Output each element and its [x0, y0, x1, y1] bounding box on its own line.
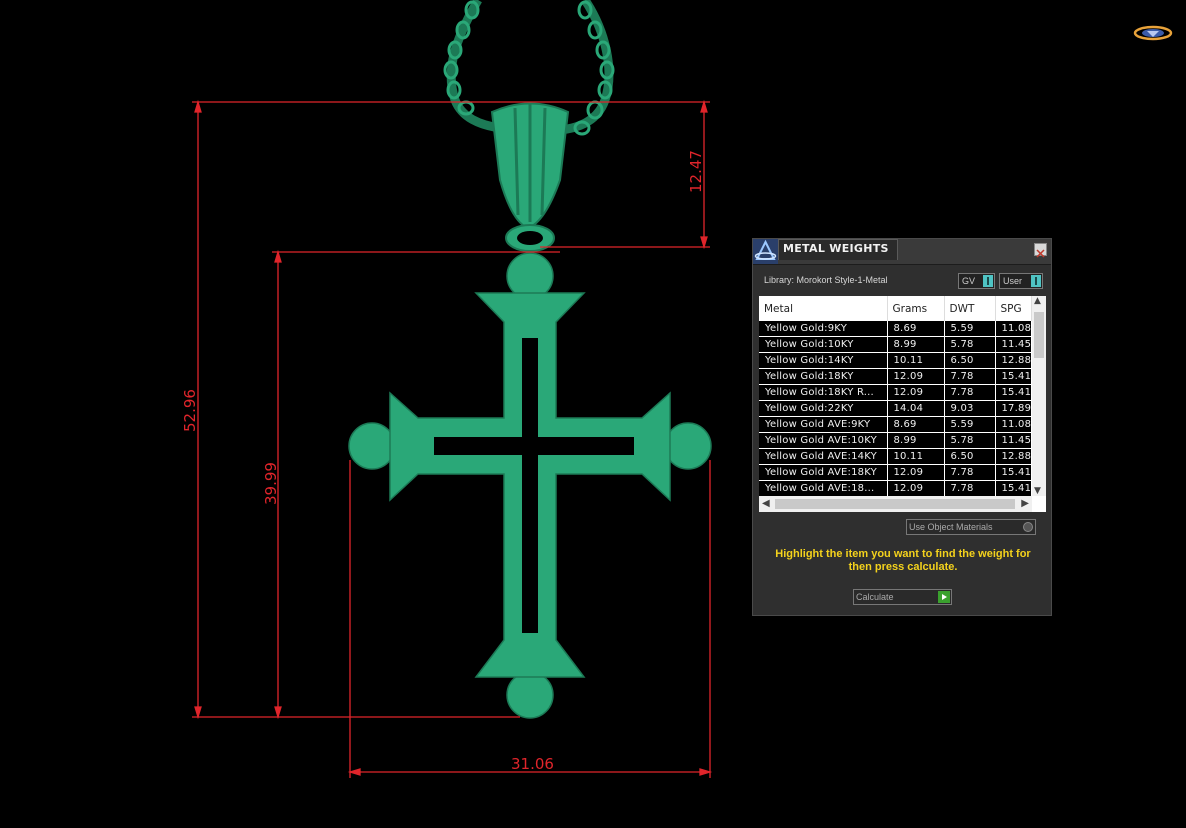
cell-metal: Yellow Gold AVE:18KY — [759, 464, 888, 481]
cell-spg: 11.08 — [995, 321, 1032, 337]
scroll-up-icon[interactable]: ▲ — [1034, 296, 1041, 306]
table-row[interactable]: Yellow Gold AVE:10KY 8.99 5.78 11.45 — [759, 432, 1032, 449]
horizontal-scroll-thumb[interactable] — [775, 499, 1015, 509]
vertical-scrollbar[interactable]: ▲ ▼ — [1032, 296, 1046, 496]
cell-spg: 11.45 — [995, 336, 1032, 353]
user-toggle-label: User — [1003, 276, 1023, 286]
table-row[interactable]: Yellow Gold AVE:9KY 8.69 5.59 11.08 — [759, 416, 1032, 433]
cell-dwt: 6.50 — [944, 352, 996, 369]
metal-weights-panel: METAL WEIGHTS Library: Morokort Style-1-… — [752, 238, 1052, 616]
calculate-label: Calculate — [856, 592, 894, 602]
table-row[interactable]: Yellow Gold:18KY R... 12.09 7.78 15.41 — [759, 384, 1032, 401]
cell-metal: Yellow Gold AVE:9KY — [759, 416, 888, 433]
instructions-text: Highlight the item you want to find the … — [775, 548, 1031, 573]
table-header-row: Metal Grams DWT SPG — [759, 296, 1032, 321]
library-label: Library: Morokort Style-1-Metal — [764, 275, 888, 285]
cell-grams: 12.09 — [887, 480, 945, 497]
dimension-cross-height: 39.99 — [262, 462, 280, 505]
cell-spg: 11.08 — [995, 416, 1032, 433]
panel-title: METAL WEIGHTS — [778, 239, 898, 260]
vertical-scroll-thumb[interactable] — [1034, 312, 1044, 358]
cell-spg: 15.41 — [995, 368, 1032, 385]
cell-grams: 8.99 — [887, 432, 945, 449]
user-toggle[interactable]: User — [999, 273, 1043, 289]
dimension-overall-height: 52.96 — [181, 389, 199, 432]
cell-dwt: 7.78 — [944, 384, 996, 401]
cell-dwt: 6.50 — [944, 448, 996, 465]
metal-table-container: Metal Grams DWT SPG Yellow Gold:9KY 8.69 5… — [759, 296, 1046, 512]
cell-spg: 11.45 — [995, 432, 1032, 449]
cell-dwt: 7.78 — [944, 480, 996, 497]
cell-metal: Yellow Gold:14KY — [759, 352, 888, 369]
cell-dwt: 9.03 — [944, 400, 996, 417]
toggle-knob-icon — [983, 275, 993, 287]
bail — [490, 102, 570, 252]
cell-spg: 15.41 — [995, 384, 1032, 401]
metal-table: Metal Grams DWT SPG Yellow Gold:9KY 8.69 5… — [759, 296, 1032, 497]
column-header-metal[interactable]: Metal — [759, 296, 888, 321]
cell-metal: Yellow Gold:10KY — [759, 336, 888, 353]
column-header-dwt[interactable]: DWT — [944, 296, 996, 321]
cell-spg: 12.88 — [995, 448, 1032, 465]
scroll-down-icon[interactable]: ▼ — [1034, 486, 1041, 496]
table-row[interactable]: Yellow Gold AVE:18... 12.09 7.78 15.41 — [759, 480, 1032, 497]
cell-metal: Yellow Gold AVE:18... — [759, 480, 888, 497]
table-row[interactable]: Yellow Gold:9KY 8.69 5.59 11.08 — [759, 321, 1032, 337]
cell-grams: 8.99 — [887, 336, 945, 353]
cell-metal: Yellow Gold:9KY — [759, 321, 888, 337]
cell-spg: 15.41 — [995, 480, 1032, 497]
dropdown-indicator-icon — [1023, 522, 1033, 532]
dimension-width: 31.06 — [511, 755, 554, 773]
cell-spg: 12.88 — [995, 352, 1032, 369]
cell-grams: 8.69 — [887, 416, 945, 433]
materials-dropdown[interactable]: Use Object Materials — [906, 519, 1036, 535]
cell-grams: 10.11 — [887, 352, 945, 369]
cell-dwt: 5.59 — [944, 321, 996, 337]
cell-spg: 17.89 — [995, 400, 1032, 417]
column-header-spg[interactable]: SPG — [995, 296, 1032, 321]
cell-dwt: 5.59 — [944, 416, 996, 433]
table-row[interactable]: Yellow Gold AVE:18KY 12.09 7.78 15.41 — [759, 464, 1032, 481]
cell-grams: 14.04 — [887, 400, 945, 417]
materials-dropdown-label: Use Object Materials — [909, 522, 993, 532]
cell-grams: 12.09 — [887, 384, 945, 401]
scroll-left-icon[interactable]: ◀ — [762, 498, 770, 509]
table-row[interactable]: Yellow Gold:18KY 12.09 7.78 15.41 — [759, 368, 1032, 385]
calculate-button[interactable]: Calculate — [853, 589, 952, 605]
cell-metal: Yellow Gold AVE:14KY — [759, 448, 888, 465]
table-row[interactable]: Yellow Gold AVE:14KY 10.11 6.50 12.88 — [759, 448, 1032, 465]
scroll-right-icon[interactable]: ▶ — [1021, 498, 1029, 509]
cell-metal: Yellow Gold:18KY — [759, 368, 888, 385]
column-header-grams[interactable]: Grams — [887, 296, 945, 321]
cell-spg: 15.41 — [995, 464, 1032, 481]
table-row[interactable]: Yellow Gold:14KY 10.11 6.50 12.88 — [759, 352, 1032, 369]
play-arrow-icon — [938, 591, 950, 603]
horizontal-scrollbar[interactable]: ◀ ▶ — [759, 496, 1032, 512]
cell-grams: 8.69 — [887, 321, 945, 337]
cell-grams: 12.09 — [887, 464, 945, 481]
cell-metal: Yellow Gold:22KY — [759, 400, 888, 417]
gv-toggle-label: GV — [962, 276, 976, 286]
cell-grams: 10.11 — [887, 448, 945, 465]
cell-grams: 12.09 — [887, 368, 945, 385]
cell-dwt: 5.78 — [944, 432, 996, 449]
dimension-bail-height: 12.47 — [687, 150, 705, 193]
cross-cutout — [434, 338, 634, 633]
cell-dwt: 7.78 — [944, 368, 996, 385]
gv-toggle[interactable]: GV — [958, 273, 995, 289]
cell-metal: Yellow Gold AVE:10KY — [759, 432, 888, 449]
cell-metal: Yellow Gold:18KY R... — [759, 384, 888, 401]
table-row[interactable]: Yellow Gold:22KY 14.04 9.03 17.89 — [759, 400, 1032, 417]
app-logo-icon — [753, 239, 778, 264]
panel-titlebar[interactable]: METAL WEIGHTS — [753, 239, 1051, 265]
cell-dwt: 7.78 — [944, 464, 996, 481]
table-row[interactable]: Yellow Gold:10KY 8.99 5.78 11.45 — [759, 336, 1032, 353]
close-icon — [1036, 249, 1045, 258]
cell-dwt: 5.78 — [944, 336, 996, 353]
toggle-knob-icon — [1031, 275, 1041, 287]
brand-logo — [1133, 25, 1173, 41]
close-button[interactable] — [1034, 243, 1047, 258]
